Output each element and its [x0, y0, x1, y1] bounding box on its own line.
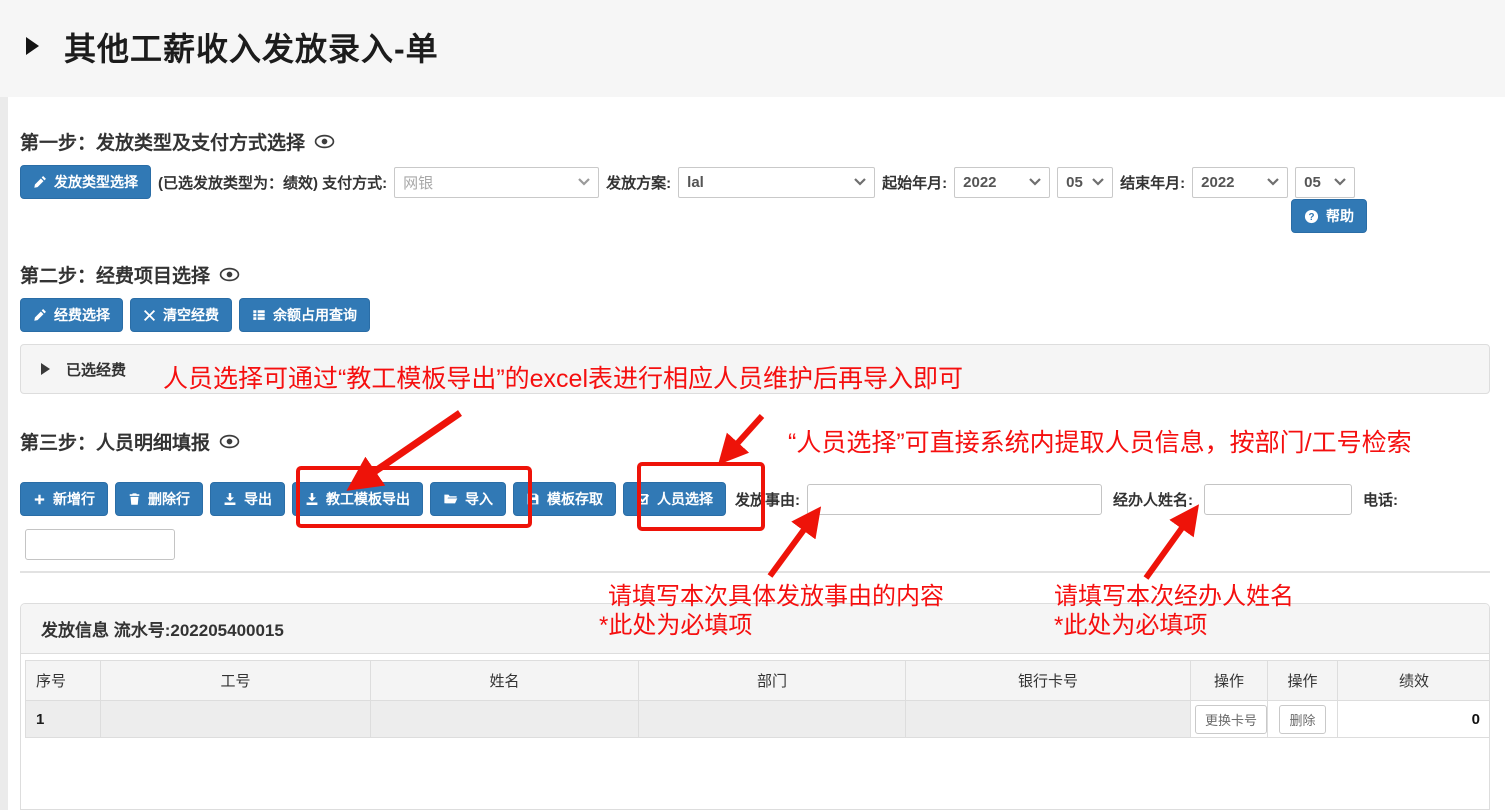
chevron-down-icon	[1092, 178, 1104, 186]
cell-name[interactable]	[371, 701, 639, 738]
eye-icon	[219, 434, 240, 449]
cell-seq: 1	[26, 701, 101, 738]
col-header-action1: 操作	[1191, 661, 1268, 701]
step2-button-row: 经费选择 清空经费 余额占用查询	[20, 298, 370, 332]
person-select-button[interactable]: 人员选择	[623, 482, 726, 516]
caret-right-icon	[41, 363, 50, 375]
col-header-dept: 部门	[639, 661, 906, 701]
start-month-select[interactable]: 05	[1057, 167, 1113, 198]
pencil-icon	[33, 175, 47, 189]
handler-input[interactable]	[1204, 484, 1352, 515]
template-store-button[interactable]: 模板存取	[513, 482, 616, 516]
folder-open-icon	[443, 492, 458, 506]
plus-icon	[33, 493, 46, 506]
download-icon	[223, 492, 237, 506]
delete-row-button[interactable]: 删除行	[115, 482, 203, 516]
step2-heading: 第二步：经费项目选择	[20, 261, 240, 288]
divider-line	[20, 571, 1490, 573]
chevron-down-icon	[1029, 178, 1041, 186]
end-month-select[interactable]: 05	[1295, 167, 1355, 198]
start-date-label: 起始年月:	[882, 172, 947, 193]
eye-icon	[314, 134, 335, 149]
th-list-icon	[252, 308, 266, 322]
col-header-card: 银行卡号	[906, 661, 1191, 701]
payout-info-panel: 发放信息 流水号:202205400015 序号 工号 姓名 部门 银行卡号 操…	[20, 603, 1490, 810]
clear-fund-button[interactable]: 清空经费	[130, 298, 232, 332]
trash-icon	[128, 492, 141, 506]
left-edge-strip	[0, 97, 8, 810]
svg-text:?: ?	[1308, 211, 1314, 222]
add-row-button[interactable]: 新增行	[20, 482, 108, 516]
export-button[interactable]: 导出	[210, 482, 285, 516]
start-year-select[interactable]: 2022	[954, 167, 1050, 198]
step2-heading-text: 第二步：经费项目选择	[20, 261, 210, 288]
plan-select[interactable]: lal	[678, 167, 875, 198]
annotation-person-select-tip: “人员选择”可直接系统内提取人员信息，按部门/工号检索	[788, 423, 1412, 459]
phone-label: 电话:	[1363, 489, 1398, 510]
cell-gonghao[interactable]	[101, 701, 371, 738]
change-card-button[interactable]: 更换卡号	[1195, 705, 1267, 734]
payout-info-title: 发放信息 流水号:202205400015	[41, 616, 284, 641]
delete-row-cell-button[interactable]: 删除	[1279, 705, 1325, 734]
chevron-down-icon	[1334, 178, 1346, 186]
step1-form-row: 发放类型选择 (已选发放类型为：绩效) 支付方式: 网银 发放方案: lal 起…	[20, 165, 1355, 199]
col-header-action2: 操作	[1268, 661, 1338, 701]
step3-heading-text: 第三步：人员明细填报	[20, 428, 210, 455]
question-circle-icon: ?	[1304, 209, 1319, 224]
col-header-seq: 序号	[26, 661, 101, 701]
x-mark-icon	[143, 309, 156, 322]
page-title: 其他工薪收入发放录入-单	[64, 24, 439, 70]
selected-type-note: (已选发放类型为：绩效) 支付方式:	[158, 172, 387, 193]
plan-label: 发放方案:	[606, 172, 671, 193]
chevron-down-icon	[1267, 178, 1279, 186]
end-date-label: 结束年月:	[1120, 172, 1185, 193]
import-button[interactable]: 导入	[430, 482, 506, 516]
chevron-down-icon	[578, 178, 590, 186]
payment-method-select[interactable]: 网银	[394, 167, 599, 198]
page-header: 其他工薪收入发放录入-单	[0, 0, 1505, 97]
step3-heading: 第三步：人员明细填报	[20, 428, 240, 455]
step3-toolbar-row: 新增行 删除行 导出 教工模板导出 导入 模板存取 人员选择 发放事由: 经办人…	[20, 482, 1498, 516]
table-header-row: 序号 工号 姓名 部门 银行卡号 操作 操作 绩效	[26, 661, 1491, 701]
payout-table: 序号 工号 姓名 部门 银行卡号 操作 操作 绩效 1 更换卡号	[25, 660, 1490, 738]
reason-label: 发放事由:	[735, 489, 800, 510]
payout-info-header: 发放信息 流水号:202205400015	[21, 604, 1489, 654]
end-year-select[interactable]: 2022	[1192, 167, 1288, 198]
cell-card[interactable]	[906, 701, 1191, 738]
step1-heading-text: 第一步：发放类型及支付方式选择	[20, 128, 305, 155]
fund-select-button[interactable]: 经费选择	[20, 298, 123, 332]
save-icon	[526, 492, 540, 506]
col-header-gonghao: 工号	[101, 661, 371, 701]
pencil-icon	[33, 308, 47, 322]
help-button[interactable]: ? 帮助	[1291, 199, 1367, 233]
col-header-name: 姓名	[371, 661, 639, 701]
balance-query-button[interactable]: 余额占用查询	[239, 298, 370, 332]
table-row: 1 更换卡号 删除 0	[26, 701, 1491, 738]
chevron-down-icon	[854, 178, 866, 186]
handler-label: 经办人姓名:	[1113, 489, 1193, 510]
col-header-jixiao: 绩效	[1338, 661, 1491, 701]
eye-icon	[219, 267, 240, 282]
cell-dept[interactable]	[639, 701, 906, 738]
type-select-button[interactable]: 发放类型选择	[20, 165, 151, 199]
arrow-to-person-select	[712, 410, 772, 468]
cell-jixiao[interactable]: 0	[1338, 701, 1491, 738]
caret-right-icon	[26, 37, 39, 55]
step1-heading: 第一步：发放类型及支付方式选择	[20, 128, 335, 155]
selected-funds-label: 已选经费	[66, 359, 126, 380]
staff-template-export-button[interactable]: 教工模板导出	[292, 482, 423, 516]
phone-input[interactable]	[25, 529, 175, 560]
selected-funds-panel[interactable]: 已选经费	[20, 344, 1490, 394]
check-square-icon	[636, 492, 650, 506]
reason-input[interactable]	[807, 484, 1102, 515]
download-icon	[305, 492, 319, 506]
